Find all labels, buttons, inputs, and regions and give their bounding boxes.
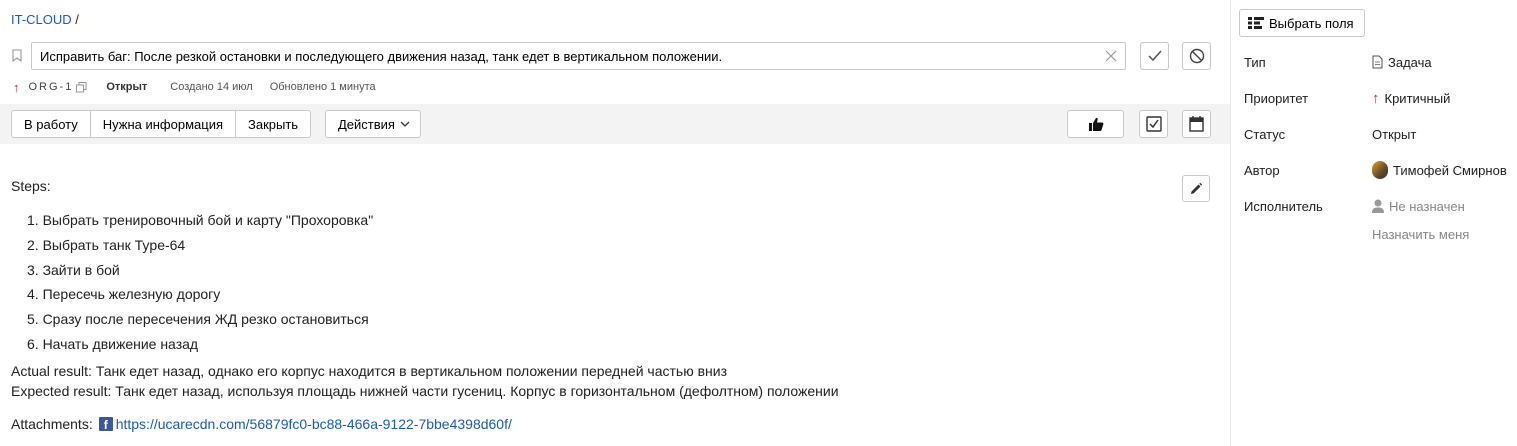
arrow-up-icon: ↑ xyxy=(1372,89,1380,107)
type-value: Задача xyxy=(1388,54,1432,70)
select-fields-button[interactable]: Выбрать поля xyxy=(1239,9,1365,37)
attachments-line: Attachments: f https://ucarecdn.com/5687… xyxy=(11,414,1161,434)
created-date: Создано 14 июл xyxy=(170,81,253,93)
attachments-label: Attachments: xyxy=(11,415,93,432)
document-icon xyxy=(1372,55,1383,69)
attachment-link[interactable]: https://ucarecdn.com/56879fc0-bc88-466a-… xyxy=(116,414,512,434)
field-label: Исполнитель xyxy=(1244,198,1323,214)
copy-icon[interactable] xyxy=(76,81,87,93)
person-icon xyxy=(1372,199,1384,213)
issue-meta-line: ↑ ORG-1 Открыт Создано 14 июл Обновлено … xyxy=(13,80,376,94)
issue-description: Steps: 1. Выбрать тренировочный бой и ка… xyxy=(11,176,1161,434)
checklist-button[interactable] xyxy=(1139,110,1168,138)
field-label: Автор xyxy=(1244,162,1280,178)
actions-dropdown[interactable]: Действия xyxy=(325,110,421,138)
assignee-value: Не назначен xyxy=(1389,198,1465,214)
status-value: Открыт xyxy=(1372,126,1417,142)
clear-icon[interactable] xyxy=(1105,50,1117,62)
priority-arrow-icon: ↑ xyxy=(13,79,20,95)
field-assignee: Исполнитель Не назначен xyxy=(1244,196,1514,216)
select-fields-label: Выбрать поля xyxy=(1269,15,1354,31)
calendar-icon xyxy=(1189,116,1204,132)
need-info-button[interactable]: Нужна информация xyxy=(91,111,236,137)
field-value[interactable]: Тимофей Смирнов xyxy=(1372,161,1507,179)
cancel-title-button[interactable] xyxy=(1182,42,1211,70)
author-value: Тимофей Смирнов xyxy=(1393,162,1507,178)
steps-list: 1. Выбрать тренировочный бой и карту "Пр… xyxy=(11,210,1161,359)
check-icon xyxy=(1147,50,1162,62)
chevron-down-icon xyxy=(400,121,410,127)
avatar xyxy=(1372,161,1388,179)
issue-title-input[interactable] xyxy=(32,43,1082,69)
field-author: Автор Тимофей Смирнов xyxy=(1244,160,1514,180)
field-value[interactable]: Не назначен xyxy=(1372,199,1465,214)
field-priority: Приоритет ↑ Критичный xyxy=(1244,88,1514,108)
close-issue-button[interactable]: Закрыть xyxy=(236,111,310,137)
list-item: 2. Выбрать танк Type-64 xyxy=(27,236,186,253)
checkbox-icon xyxy=(1145,116,1162,132)
issue-key[interactable]: ORG-1 xyxy=(29,81,74,93)
field-type: Тип Задача xyxy=(1244,52,1514,72)
thumbs-up-icon xyxy=(1088,117,1103,131)
fields-icon xyxy=(1248,17,1264,29)
pencil-icon xyxy=(1191,182,1203,194)
actions-label: Действия xyxy=(338,116,395,132)
priority-value: Критичный xyxy=(1384,90,1451,106)
field-label: Статус xyxy=(1244,126,1286,142)
issue-main-panel: IT-CLOUD / ↑ ORG-1 Открыт Создано 14 июл… xyxy=(0,0,1230,446)
field-label: Приоритет xyxy=(1244,90,1309,106)
facebook-icon: f xyxy=(98,416,113,431)
issue-sidebar: Выбрать поля Тип Задача Приоритет ↑ Крит… xyxy=(1230,0,1517,446)
field-value[interactable]: ↑ Критичный xyxy=(1372,91,1450,106)
issue-toolbar: В работу Нужна информация Закрыть Действ… xyxy=(0,104,1230,144)
list-item: 3. Зайти в бой xyxy=(27,261,120,278)
list-item: 4. Пересечь железную дорогу xyxy=(27,286,221,303)
expected-result: Expected result: Танк едет назад, исполь… xyxy=(11,382,839,399)
results-block: Actual result: Танк едет назад, однако е… xyxy=(11,361,1161,401)
steps-heading: Steps: xyxy=(11,178,51,194)
issue-title-field[interactable] xyxy=(31,42,1126,70)
issue-status: Открыт xyxy=(106,81,148,93)
cancel-icon xyxy=(1189,48,1204,64)
save-title-button[interactable] xyxy=(1140,42,1169,70)
breadcrumb-project-link[interactable]: IT-CLOUD xyxy=(11,12,72,27)
bookmark-icon[interactable] xyxy=(12,49,22,62)
breadcrumb-separator: / xyxy=(75,12,79,27)
list-item: 1. Выбрать тренировочный бой и карту "Пр… xyxy=(27,212,374,228)
calendar-button[interactable] xyxy=(1182,110,1211,138)
workflow-button-group: В работу Нужна информация Закрыть xyxy=(11,110,312,138)
like-button[interactable] xyxy=(1067,110,1124,138)
field-value[interactable]: Открыт xyxy=(1372,127,1416,142)
list-item: 5. Сразу после пересечения ЖД резко оста… xyxy=(27,311,369,328)
field-status: Статус Открыт xyxy=(1244,124,1514,144)
list-item: 6. Начать движение назад xyxy=(27,335,199,352)
updated-date: Обновлено 1 минута xyxy=(269,81,376,93)
start-work-button[interactable]: В работу xyxy=(12,111,91,137)
edit-description-button[interactable] xyxy=(1182,175,1210,202)
assign-me-row: Назначить меня xyxy=(1372,224,1517,244)
field-value[interactable]: Задача xyxy=(1372,55,1432,70)
assign-me-link[interactable]: Назначить меня xyxy=(1372,227,1469,242)
breadcrumb: IT-CLOUD / xyxy=(11,12,79,27)
field-label: Тип xyxy=(1244,54,1266,70)
actual-result: Actual result: Танк едет назад, однако е… xyxy=(11,362,728,379)
